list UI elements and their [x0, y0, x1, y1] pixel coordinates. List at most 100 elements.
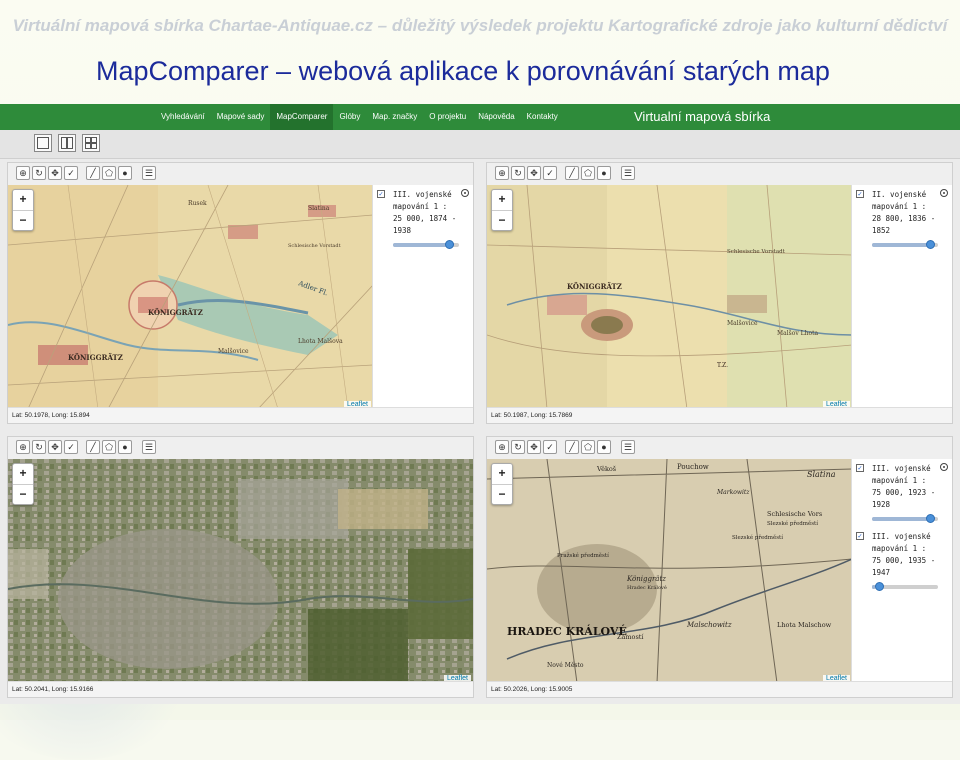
legend-icon[interactable]: ☰	[142, 166, 156, 180]
panel-toolbar: ⊕ ↻ ✥ ✓ ╱ ⬠ ● ☰	[487, 163, 952, 186]
coordinate-readout: Lat: 50.2041, Long: 15.9166	[8, 681, 473, 697]
four-grid-layout-icon[interactable]	[82, 134, 100, 152]
refresh-icon[interactable]: ↻	[32, 166, 46, 180]
map-view[interactable]: + − Leaflet	[8, 459, 473, 683]
historic-map-1875[interactable]: Slatina Rusek Schlesische Vorstadt KÖNIG…	[8, 185, 373, 409]
layer-list: ✓ III. vojenské mapování 1 : 75 000, 192…	[851, 459, 952, 683]
aerial-photo[interactable]	[8, 459, 473, 683]
nav-item-napoveda[interactable]: Nápověda	[472, 104, 520, 130]
brand-title[interactable]: Virtualní mapová sbírka	[634, 104, 770, 130]
layer-checkbox[interactable]: ✓	[377, 190, 385, 198]
check-icon[interactable]: ✓	[543, 440, 557, 454]
opacity-slider[interactable]	[872, 240, 938, 249]
zoom-in-button[interactable]: +	[13, 190, 33, 210]
map-label: T.Z.	[717, 362, 728, 369]
nav-item-map-znacky[interactable]: Map. značky	[366, 104, 423, 130]
move-icon[interactable]: ✥	[48, 166, 62, 180]
map-panel-1: ⊕ ↻ ✥ ✓ ╱ ⬠ ● ☰ Slatina Rusek Schlesisch…	[7, 162, 474, 424]
layer-title: II. vojenské mapování 1 : 28 800, 1836 -…	[872, 190, 936, 235]
map-label: Schlesische Vorstadt	[727, 249, 786, 255]
map-view[interactable]: Schlesische Vorstadt KÖNIGGRÄTZ T.Z. Mal…	[487, 185, 852, 409]
check-icon[interactable]: ✓	[543, 166, 557, 180]
layer-title: III. vojenské mapování 1 : 75 000, 1923 …	[872, 464, 936, 509]
zoom-in-button[interactable]: +	[13, 464, 33, 484]
slide-title: MapComparer – webová aplikace k porovnáv…	[96, 56, 830, 86]
legend-icon[interactable]: ☰	[621, 166, 635, 180]
circle-plus-icon[interactable]: ⊕	[16, 440, 30, 454]
layer-list: ✓ II. vojenské mapování 1 : 28 800, 1836…	[851, 185, 952, 409]
check-icon[interactable]: ✓	[64, 166, 78, 180]
layer-checkbox[interactable]: ✓	[856, 532, 864, 540]
zoom-out-button[interactable]: −	[13, 210, 33, 231]
close-icon[interactable]	[940, 189, 948, 197]
close-icon[interactable]	[940, 463, 948, 471]
polygon-draw-icon[interactable]: ⬠	[102, 440, 116, 454]
line-draw-icon[interactable]: ╱	[86, 166, 100, 180]
circle-draw-icon[interactable]: ●	[597, 440, 611, 454]
zoom-control: + −	[12, 463, 34, 505]
legend-icon[interactable]: ☰	[142, 440, 156, 454]
map-label: Slezské předměstí	[767, 520, 818, 527]
polygon-draw-icon[interactable]: ⬠	[581, 440, 595, 454]
polygon-draw-icon[interactable]: ⬠	[102, 166, 116, 180]
map-label: Lhota Malšova	[298, 338, 343, 345]
zoom-in-button[interactable]: +	[492, 190, 512, 210]
circle-draw-icon[interactable]: ●	[118, 166, 132, 180]
refresh-icon[interactable]: ↻	[511, 166, 525, 180]
legend-icon[interactable]: ☰	[621, 440, 635, 454]
map-label: Slezské předměstí	[732, 534, 783, 541]
zoom-out-button[interactable]: −	[492, 484, 512, 505]
zoom-out-button[interactable]: −	[492, 210, 512, 231]
map-view[interactable]: Věkoš Pouchow Slatina Markowitz Schlesis…	[487, 459, 852, 683]
opacity-slider[interactable]	[393, 240, 459, 249]
map-label: Slatina	[807, 470, 836, 479]
map-label: Malšovice	[727, 320, 758, 327]
zoom-control: + −	[12, 189, 34, 231]
map-panel-3: ⊕ ↻ ✥ ✓ ╱ ⬠ ● ☰ + − Leaflet Lat: 50.2041…	[7, 436, 474, 698]
map-label: Věkoš	[596, 464, 616, 473]
opacity-slider[interactable]	[872, 582, 938, 591]
zoom-in-button[interactable]: +	[492, 464, 512, 484]
coordinate-readout: Lat: 50.1978, Long: 15.894	[8, 407, 473, 423]
nav-item-mapove-sady[interactable]: Mapové sady	[211, 104, 271, 130]
panel-toolbar: ⊕ ↻ ✥ ✓ ╱ ⬠ ● ☰	[8, 163, 473, 186]
zoom-out-button[interactable]: −	[13, 484, 33, 505]
navbar: Vyhledávání Mapové sady MapComparer Glób…	[0, 104, 960, 130]
nav-item-vyhledavani[interactable]: Vyhledávání	[155, 104, 211, 130]
layer-item: ✓ III. vojenské mapování 1 : 25 000, 187…	[373, 185, 473, 253]
map-label: Hradec Králové	[627, 584, 667, 591]
circle-draw-icon[interactable]: ●	[118, 440, 132, 454]
historic-map-1925[interactable]: Věkoš Pouchow Slatina Markowitz Schlesis…	[487, 459, 852, 683]
layer-title: III. vojenské mapování 1 : 75 000, 1935 …	[872, 532, 936, 577]
line-draw-icon[interactable]: ╱	[86, 440, 100, 454]
circle-draw-icon[interactable]: ●	[597, 166, 611, 180]
line-draw-icon[interactable]: ╱	[565, 440, 579, 454]
refresh-icon[interactable]: ↻	[511, 440, 525, 454]
line-draw-icon[interactable]: ╱	[565, 166, 579, 180]
circle-plus-icon[interactable]: ⊕	[16, 166, 30, 180]
square-layout-icon[interactable]	[34, 134, 52, 152]
move-icon[interactable]: ✥	[527, 440, 541, 454]
map-label: Rusek	[188, 200, 207, 207]
circle-plus-icon[interactable]: ⊕	[495, 440, 509, 454]
refresh-icon[interactable]: ↻	[32, 440, 46, 454]
layer-list: ✓ III. vojenské mapování 1 : 25 000, 187…	[372, 185, 473, 409]
nav-item-kontakty[interactable]: Kontakty	[521, 104, 564, 130]
historic-map-1840[interactable]: Schlesische Vorstadt KÖNIGGRÄTZ T.Z. Mal…	[487, 185, 852, 409]
layer-checkbox[interactable]: ✓	[856, 464, 864, 472]
polygon-draw-icon[interactable]: ⬠	[581, 166, 595, 180]
nav-item-o-projektu[interactable]: O projektu	[423, 104, 472, 130]
close-icon[interactable]	[461, 189, 469, 197]
check-icon[interactable]: ✓	[64, 440, 78, 454]
nav-item-globy[interactable]: Glóby	[333, 104, 366, 130]
circle-plus-icon[interactable]: ⊕	[495, 166, 509, 180]
move-icon[interactable]: ✥	[527, 166, 541, 180]
two-column-layout-icon[interactable]	[58, 134, 76, 152]
map-view[interactable]: Slatina Rusek Schlesische Vorstadt KÖNIG…	[8, 185, 373, 409]
move-icon[interactable]: ✥	[48, 440, 62, 454]
map-label: Malschowitz	[686, 621, 732, 629]
layer-checkbox[interactable]: ✓	[856, 190, 864, 198]
opacity-slider[interactable]	[872, 514, 938, 523]
nav-item-mapcomparer[interactable]: MapComparer	[270, 104, 334, 130]
layer-item: ✓ III. vojenské mapování 1 : 75 000, 193…	[852, 527, 952, 595]
